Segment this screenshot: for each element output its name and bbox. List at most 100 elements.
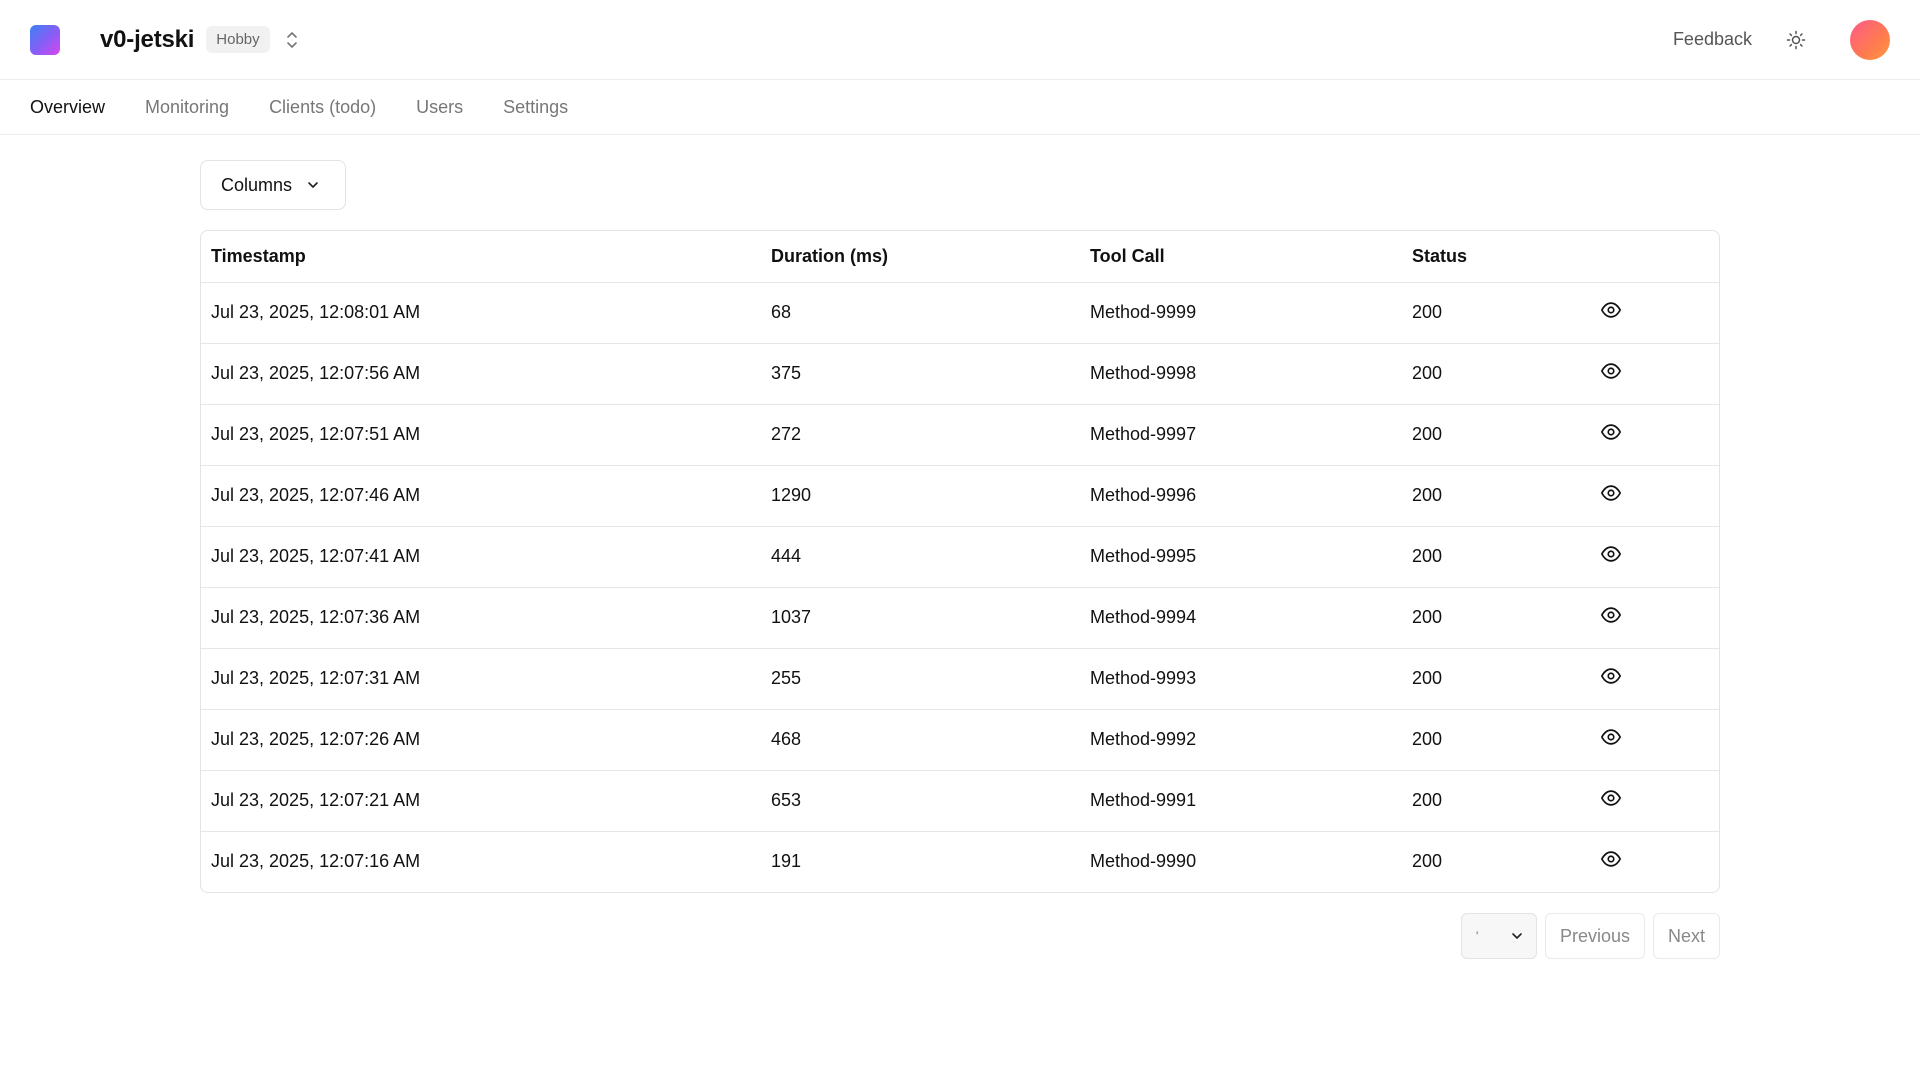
cell-timestamp: Jul 23, 2025, 12:07:41 AM	[211, 546, 421, 566]
chevron-down-icon	[306, 178, 320, 192]
cell-timestamp: Jul 23, 2025, 12:07:16 AM	[211, 851, 421, 872]
cell-duration: 468	[771, 729, 802, 749]
tab-overview[interactable]: Overview	[30, 97, 105, 118]
cell-tool-call: Method-9990	[1090, 851, 1197, 872]
page-size-select[interactable]: '	[1460, 913, 1537, 959]
cell-duration: 653	[771, 790, 802, 810]
table-row[interactable]: Jul 23, 2025, 12:07:51 AM 272 Method-999…	[201, 404, 1719, 465]
cell-status: 200	[1412, 790, 1443, 810]
theme-toggle-button[interactable]	[1782, 26, 1810, 54]
cell-timestamp: Jul 23, 2025, 12:07:31 AM	[211, 668, 421, 688]
cell-status: 200	[1412, 302, 1443, 322]
table-row[interactable]: Jul 23, 2025, 12:07:21 AM 653 Method-999…	[201, 770, 1719, 831]
columns-label: Columns	[221, 174, 293, 195]
eye-icon[interactable]	[1600, 543, 1622, 565]
next-button[interactable]: Next	[1652, 913, 1720, 959]
cell-actions	[1584, 587, 1719, 648]
eye-icon[interactable]	[1600, 360, 1622, 382]
cell-duration: 1290	[771, 485, 812, 505]
table-row[interactable]: Jul 23, 2025, 12:08:01 AM 68 Method-9999…	[201, 282, 1719, 343]
cell-duration: 255	[771, 668, 802, 688]
eye-icon[interactable]	[1600, 421, 1622, 443]
cell-status: 200	[1412, 729, 1443, 749]
cell-timestamp: Jul 23, 2025, 12:07:21 AM	[211, 790, 421, 810]
tab-clients[interactable]: Clients (todo)	[269, 97, 376, 118]
cell-actions	[1584, 709, 1719, 770]
cell-status: 200	[1412, 485, 1443, 505]
requests-table: Timestamp Duration (ms) Tool Call Status…	[200, 230, 1720, 893]
cell-timestamp: Jul 23, 2025, 12:07:51 AM	[211, 424, 421, 444]
cell-duration: 68	[771, 302, 792, 322]
cell-actions	[1584, 343, 1719, 404]
cell-status: 200	[1412, 851, 1443, 872]
cell-duration: 191	[771, 851, 802, 872]
cell-status: 200	[1412, 363, 1443, 383]
header-actions	[1584, 231, 1719, 283]
user-avatar[interactable]	[1850, 19, 1890, 60]
cell-duration: 444	[771, 546, 802, 566]
cell-actions	[1584, 648, 1719, 709]
columns-button[interactable]: Columns	[200, 160, 346, 210]
table-row[interactable]: Jul 23, 2025, 12:07:36 AM 1037 Method-99…	[201, 587, 1719, 648]
cell-tool-call: Method-9995	[1090, 546, 1197, 566]
cell-status: 200	[1412, 546, 1443, 566]
cell-actions	[1584, 404, 1719, 465]
cell-tool-call: Method-9992	[1090, 729, 1197, 749]
eye-icon[interactable]	[1600, 726, 1622, 748]
tab-settings[interactable]: Settings	[503, 97, 568, 118]
table-row[interactable]: Jul 23, 2025, 12:07:56 AM 375 Method-999…	[201, 343, 1719, 404]
table-row[interactable]: Jul 23, 2025, 12:07:41 AM 444 Method-999…	[201, 526, 1719, 587]
eye-icon[interactable]	[1600, 482, 1622, 504]
cell-timestamp: Jul 23, 2025, 12:07:46 AM	[211, 485, 421, 505]
cell-actions	[1584, 770, 1719, 831]
header-duration[interactable]: Duration (ms)	[761, 231, 1080, 283]
table-row[interactable]: Jul 23, 2025, 12:07:16 AM 191 Method-999…	[201, 831, 1719, 892]
table-row[interactable]: Jul 23, 2025, 12:07:26 AM 468 Method-999…	[201, 709, 1719, 770]
page-size-value: '	[1475, 929, 1479, 943]
cell-timestamp: Jul 23, 2025, 12:07:36 AM	[211, 607, 421, 627]
tab-users[interactable]: Users	[416, 97, 463, 118]
cell-timestamp: Jul 23, 2025, 12:07:56 AM	[211, 363, 421, 383]
table-row[interactable]: Jul 23, 2025, 12:07:46 AM 1290 Method-99…	[201, 465, 1719, 526]
sun-icon	[1786, 30, 1806, 49]
cell-tool-call: Method-9994	[1090, 607, 1197, 627]
eye-icon[interactable]	[1600, 299, 1622, 321]
pagination: ' Previous Next	[200, 913, 1720, 959]
project-name[interactable]: v0-jetski	[100, 26, 194, 54]
eye-icon[interactable]	[1600, 604, 1622, 626]
header-status[interactable]: Status	[1402, 231, 1584, 283]
cell-tool-call: Method-9999	[1090, 302, 1197, 322]
chevron-down-icon	[1512, 933, 1522, 939]
cell-actions	[1584, 831, 1719, 892]
table-row[interactable]: Jul 23, 2025, 12:07:31 AM 255 Method-999…	[201, 648, 1719, 709]
feedback-button[interactable]: Feedback	[1673, 29, 1752, 50]
cell-tool-call: Method-9991	[1090, 790, 1197, 810]
cell-duration: 375	[771, 363, 802, 383]
plan-badge: Hobby	[206, 26, 270, 53]
cell-actions	[1584, 465, 1719, 526]
app-logo[interactable]	[30, 24, 60, 55]
chevrons-up-down-icon	[286, 31, 297, 48]
cell-actions	[1584, 526, 1719, 587]
cell-status: 200	[1412, 607, 1443, 627]
tab-monitoring[interactable]: Monitoring	[145, 97, 229, 118]
eye-icon[interactable]	[1600, 787, 1622, 809]
cell-timestamp: Jul 23, 2025, 12:08:01 AM	[211, 302, 421, 322]
previous-button[interactable]: Previous	[1544, 913, 1645, 959]
cell-timestamp: Jul 23, 2025, 12:07:26 AM	[211, 729, 421, 749]
cell-actions	[1584, 282, 1719, 343]
table-header-row: Timestamp Duration (ms) Tool Call Status	[201, 231, 1719, 283]
cell-tool-call: Method-9996	[1090, 485, 1197, 505]
project-switcher-button[interactable]	[282, 28, 302, 52]
cell-duration: 1037	[771, 607, 812, 627]
cell-status: 200	[1412, 424, 1443, 444]
cell-tool-call: Method-9993	[1090, 668, 1197, 688]
header-tool-call[interactable]: Tool Call	[1080, 231, 1402, 283]
cell-duration: 272	[771, 424, 802, 444]
header-actions: Feedback	[1673, 19, 1890, 60]
cell-status: 200	[1412, 668, 1443, 688]
main-content: Columns Timestamp Duration (ms) Tool Cal…	[200, 160, 1720, 959]
header-timestamp[interactable]: Timestamp	[201, 231, 761, 283]
eye-icon[interactable]	[1600, 665, 1622, 687]
eye-icon[interactable]	[1600, 848, 1622, 870]
